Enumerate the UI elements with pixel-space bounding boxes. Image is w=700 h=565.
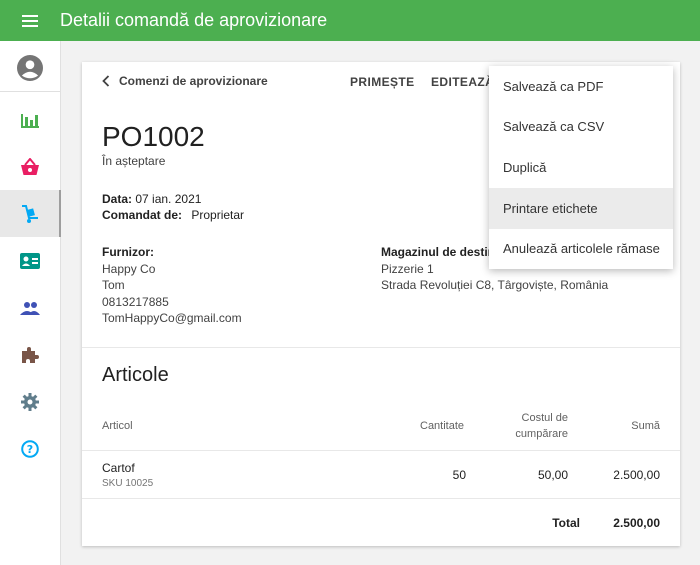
menu-item-cancel-remaining[interactable]: Anulează articolele rămase — [489, 228, 673, 269]
items-section-title: Articole — [102, 364, 169, 386]
sidebar-item-customers[interactable] — [0, 237, 60, 284]
receive-button[interactable]: PRIMEȘTE — [350, 75, 415, 89]
item-sku: SKU 10025 — [102, 478, 154, 489]
puzzle-icon — [22, 346, 39, 363]
sidebar-item-settings[interactable] — [0, 378, 60, 425]
menu-item-print-labels[interactable]: Printare etichete — [489, 188, 673, 229]
back-link[interactable]: Comenzi de aprovizionare — [102, 74, 268, 88]
item-amount: 2.500,00 — [613, 468, 660, 482]
supplier-contact: Tom — [102, 278, 125, 292]
supplier-phone: 0813217885 — [102, 294, 169, 309]
hamburger-menu-icon — [22, 14, 38, 27]
hand-truck-icon — [22, 204, 38, 223]
supplier-name: Happy Co — [102, 261, 156, 276]
supplier-label: Furnizor: — [102, 245, 154, 259]
order-date: Data: 07 ian. 2021 — [102, 192, 201, 206]
column-header-amount: Sumă — [631, 420, 660, 432]
column-header-item: Articol — [102, 420, 133, 432]
sidebar-item-purchases[interactable] — [0, 190, 61, 237]
edit-button[interactable]: EDITEAZĂ — [431, 75, 494, 89]
date-value: 07 ian. 2021 — [135, 192, 202, 206]
destination-address: Strada Revoluției C8, Târgoviște, Români… — [381, 278, 609, 292]
menu-item-save-pdf[interactable]: Salvează ca PDF — [489, 66, 673, 107]
account-circle-icon — [17, 55, 43, 81]
item-cost: 50,00 — [537, 468, 568, 482]
back-link-label: Comenzi de aprovizionare — [119, 74, 268, 88]
more-actions-menu: Salvează ca PDF Salvează ca CSV Duplică … — [489, 66, 673, 269]
item-quantity: 50 — [452, 468, 466, 482]
svg-text:?: ? — [27, 443, 33, 456]
sidebar: ? — [0, 41, 61, 565]
table-divider — [82, 450, 680, 451]
column-header-cost-line2: cumpărare — [515, 428, 568, 440]
gear-icon — [21, 392, 39, 411]
sidebar-item-help[interactable]: ? — [0, 425, 60, 472]
sidebar-item-account[interactable] — [0, 45, 60, 92]
section-divider — [82, 347, 680, 348]
supplier-email: TomHappyCo@gmail.com — [102, 311, 242, 325]
sidebar-item-sales[interactable] — [0, 143, 60, 190]
basket-icon — [21, 157, 39, 175]
sidebar-item-employees[interactable] — [0, 284, 60, 331]
table-divider — [82, 498, 680, 499]
page-title: Detalii comandă de aprovizionare — [60, 10, 328, 30]
menu-item-duplicate[interactable]: Duplică — [489, 147, 673, 188]
help-circle-icon: ? — [21, 439, 39, 458]
date-label: Data: — [102, 192, 133, 206]
sidebar-item-reports[interactable] — [0, 96, 60, 143]
order-number: PO1002 — [102, 121, 205, 152]
bar-chart-icon — [21, 113, 39, 128]
top-app-bar: Detalii comandă de aprovizionare — [0, 0, 700, 41]
order-status: În așteptare — [102, 154, 166, 168]
ordered-by: Comandat de: Proprietar — [102, 208, 244, 222]
menu-button[interactable] — [0, 0, 60, 41]
id-card-icon — [20, 252, 40, 269]
ordered-by-label: Comandat de: — [102, 208, 183, 222]
supplier-block: Furnizor: Happy Co Tom 0813217885 TomHap… — [102, 244, 242, 327]
column-header-cost-line1: Costul de — [521, 412, 568, 424]
column-header-quantity: Cantitate — [420, 420, 465, 432]
chevron-left-icon — [102, 75, 110, 87]
menu-item-save-csv[interactable]: Salvează ca CSV — [489, 106, 673, 147]
sidebar-item-integrations[interactable] — [0, 331, 60, 378]
people-icon — [20, 301, 40, 315]
total-value: 2.500,00 — [613, 516, 660, 530]
ordered-by-value: Proprietar — [191, 208, 245, 222]
item-name: Cartof — [102, 461, 135, 475]
